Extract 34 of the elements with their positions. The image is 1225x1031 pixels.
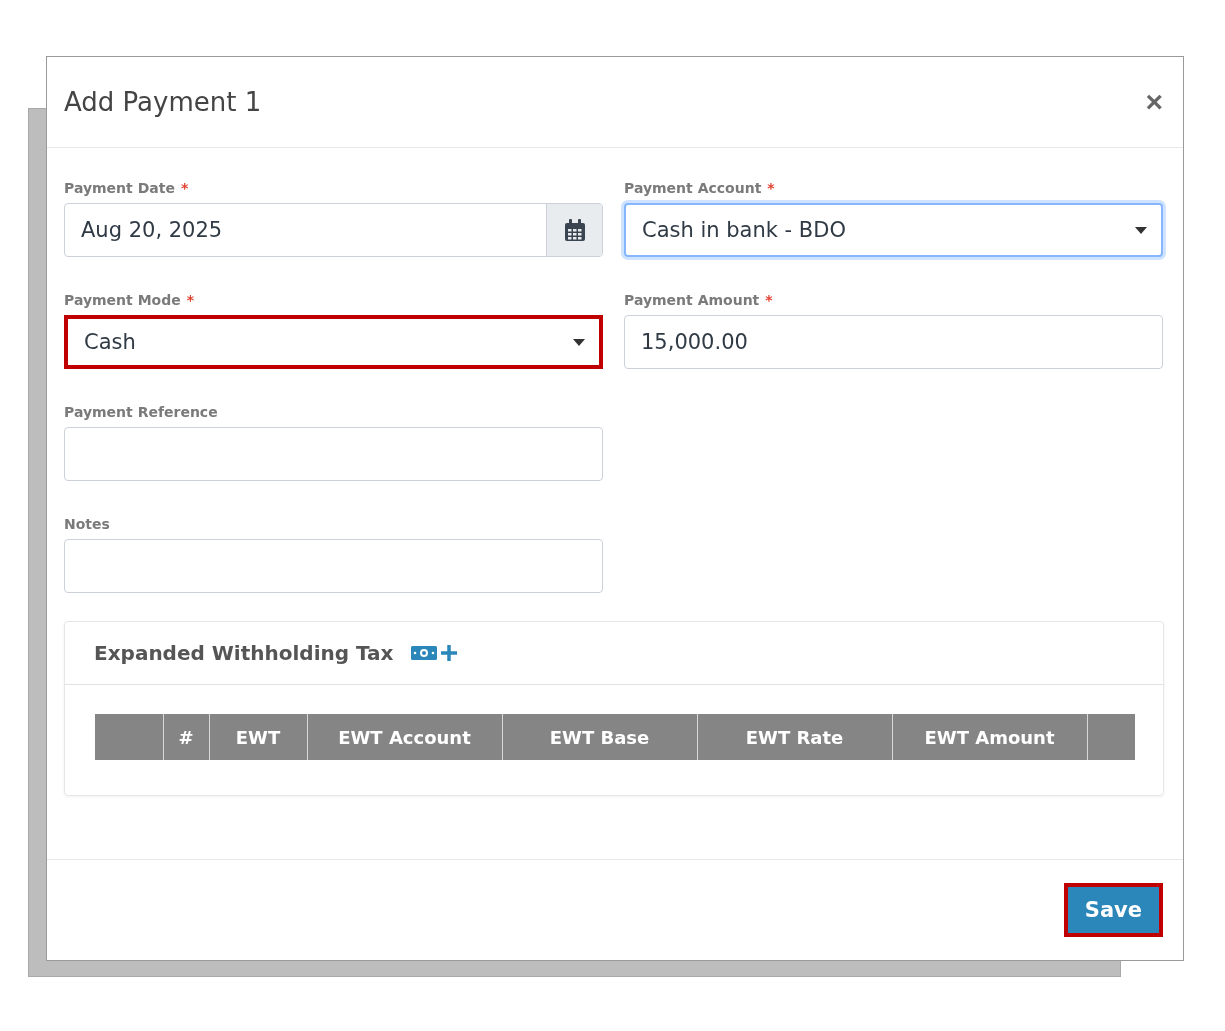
- field-label: Notes: [64, 516, 110, 532]
- input-field[interactable]: [64, 539, 603, 593]
- field-label: Payment Reference: [64, 404, 218, 420]
- field-label: Payment Mode: [64, 292, 181, 308]
- required-mark: *: [767, 180, 775, 196]
- plus-icon: [440, 644, 459, 662]
- field-label: Payment Account: [624, 180, 762, 196]
- column-header: EWT Base: [502, 714, 697, 760]
- caret-icon: [1135, 226, 1147, 234]
- column-header: EWT Amount: [892, 714, 1087, 760]
- add-ewt-button[interactable]: [411, 644, 459, 662]
- column-header: [1087, 714, 1135, 760]
- column-header: EWT Rate: [697, 714, 892, 760]
- select-field[interactable]: Cash: [64, 315, 603, 369]
- column-header: EWT: [209, 714, 307, 760]
- money-icon: [411, 645, 438, 661]
- input-field[interactable]: [64, 427, 603, 481]
- input-field[interactable]: 15,000.00: [624, 315, 1163, 369]
- calendar-icon: [564, 219, 585, 241]
- select-field[interactable]: Cash in bank - BDO: [624, 203, 1163, 257]
- caret-icon: [573, 338, 585, 346]
- field-label: Payment Date: [64, 180, 175, 196]
- column-header: [95, 714, 163, 760]
- required-mark: *: [186, 292, 195, 308]
- dialog-title: Add Payment 1: [64, 87, 262, 117]
- card-title: Expanded Withholding Tax: [94, 641, 394, 665]
- column-header: #: [163, 714, 209, 760]
- field-label: Payment Amount: [624, 292, 760, 308]
- date-field[interactable]: Aug 20, 2025: [64, 203, 603, 257]
- save-button[interactable]: Save: [1063, 883, 1163, 937]
- required-mark: *: [180, 180, 189, 196]
- required-mark: *: [765, 292, 773, 308]
- close-button[interactable]: ×: [1143, 87, 1165, 117]
- column-header: EWT Account: [307, 714, 502, 760]
